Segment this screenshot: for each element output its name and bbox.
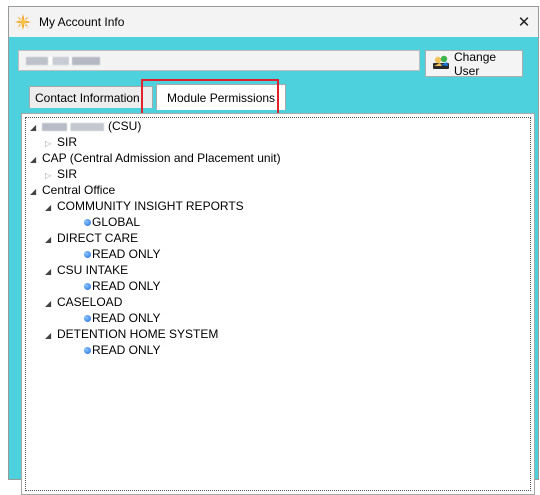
tree-node-community-insight-reports[interactable]: ◢ COMMUNITY INSIGHT REPORTS: [45, 199, 244, 214]
tree-node-caseload[interactable]: ◢ CASELOAD: [45, 295, 122, 310]
title-bar[interactable]: My Account Info ✕: [9, 7, 538, 37]
tab-strip: Contact Information Module Permissions: [19, 84, 539, 110]
expanded-arrow-icon[interactable]: ◢: [30, 152, 42, 167]
expanded-arrow-icon[interactable]: ◢: [45, 328, 57, 343]
tree-node-csu[interactable]: ◢ (CSU): [30, 119, 141, 134]
expanded-arrow-icon[interactable]: ◢: [45, 200, 57, 215]
permissions-tree[interactable]: ◢ (CSU) ▷ SIR ◢ CAP (Central Admission and …: [25, 117, 531, 491]
tree-leaf-read-only[interactable]: READ ONLY: [84, 343, 160, 358]
redacted-user-name: [26, 57, 100, 65]
tree-leaf-read-only[interactable]: READ ONLY: [84, 247, 160, 262]
tree-node-cap-sir[interactable]: ▷ SIR: [45, 167, 77, 182]
expanded-arrow-icon[interactable]: ◢: [30, 184, 42, 199]
collapsed-arrow-icon[interactable]: ▷: [45, 168, 57, 183]
tree-node-csu-sir[interactable]: ▷ SIR: [45, 135, 77, 150]
permission-dot-icon: [84, 347, 91, 354]
annotation-highlight-box: [141, 79, 279, 116]
module-permissions-panel: ◢ (CSU) ▷ SIR ◢ CAP (Central Admission and …: [21, 113, 535, 495]
expanded-arrow-icon[interactable]: ◢: [45, 264, 57, 279]
close-button[interactable]: ✕: [510, 7, 538, 37]
window-client-area: Change User Contact Information Module P…: [9, 37, 539, 495]
tree-leaf-read-only[interactable]: READ ONLY: [84, 279, 160, 294]
change-user-label: Change User: [454, 49, 497, 78]
change-user-button[interactable]: Change User: [425, 49, 523, 78]
tree-node-central-office[interactable]: ◢ Central Office: [30, 183, 115, 198]
users-icon: [432, 54, 450, 73]
expanded-arrow-icon[interactable]: ◢: [45, 296, 57, 311]
tree-leaf-global[interactable]: GLOBAL: [84, 215, 140, 230]
tab-contact-information[interactable]: Contact Information: [29, 86, 153, 108]
tree-node-direct-care[interactable]: ◢ DIRECT CARE: [45, 231, 138, 246]
tree-node-cap[interactable]: ◢ CAP (Central Admission and Placement un…: [30, 151, 281, 166]
permission-dot-icon: [84, 315, 91, 322]
redacted-org-name: [42, 122, 104, 131]
tree-node-csu-intake[interactable]: ◢ CSU INTAKE: [45, 263, 128, 278]
permission-dot-icon: [84, 283, 91, 290]
permission-dot-icon: [84, 251, 91, 258]
sun-app-icon: [15, 14, 31, 30]
account-info-window: My Account Info ✕ Change User Contact In…: [8, 6, 539, 495]
expanded-arrow-icon[interactable]: ◢: [30, 120, 42, 135]
expanded-arrow-icon[interactable]: ◢: [45, 232, 57, 247]
tree-node-detention-home-system[interactable]: ◢ DETENTION HOME SYSTEM: [45, 327, 218, 342]
collapsed-arrow-icon[interactable]: ▷: [45, 136, 57, 151]
current-user-field: [18, 50, 420, 71]
tree-leaf-read-only[interactable]: READ ONLY: [84, 311, 160, 326]
window-title: My Account Info: [39, 15, 125, 29]
permission-dot-icon: [84, 219, 91, 226]
